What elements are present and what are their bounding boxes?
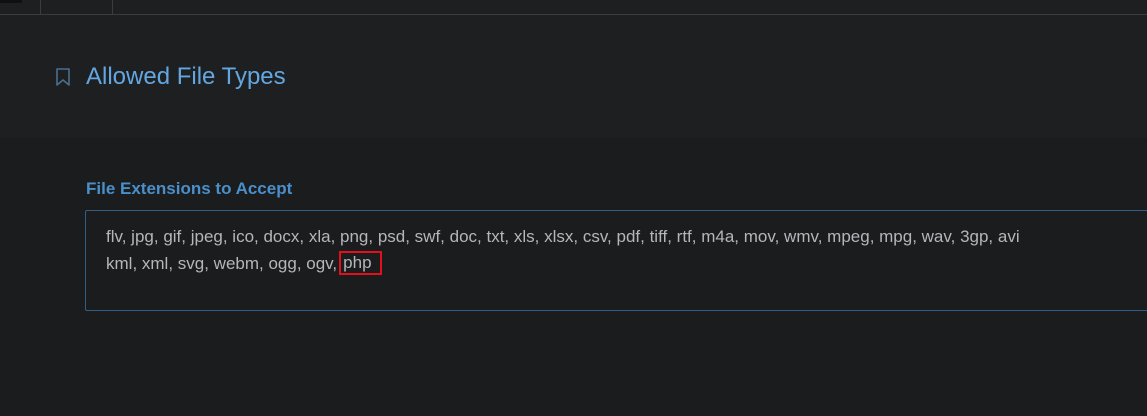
file-extensions-label: File Extensions to Accept — [86, 179, 293, 198]
page-header: Allowed File Types — [0, 15, 1147, 138]
highlighted-extension-php: php — [339, 251, 382, 275]
extensions-line-2-prefix: kml, xml, svg, webm, ogg, ogv, — [106, 254, 338, 273]
top-bar — [0, 0, 1147, 15]
extensions-line-1: flv, jpg, gif, jpeg, ico, docx, xla, png… — [106, 227, 1020, 246]
page-title: Allowed File Types — [86, 63, 286, 90]
file-extensions-textarea[interactable]: flv, jpg, gif, jpeg, ico, docx, xla, png… — [85, 210, 1147, 311]
file-extensions-text: flv, jpg, gif, jpeg, ico, docx, xla, png… — [106, 223, 1147, 277]
top-tab[interactable] — [40, 0, 113, 14]
bookmark-icon — [55, 68, 71, 86]
extensions-line-2: kml, xml, svg, webm, ogg, ogv, php — [106, 250, 1147, 277]
tab-stub — [0, 0, 22, 3]
main-content: File Extensions to Accept flv, jpg, gif,… — [0, 138, 1147, 416]
